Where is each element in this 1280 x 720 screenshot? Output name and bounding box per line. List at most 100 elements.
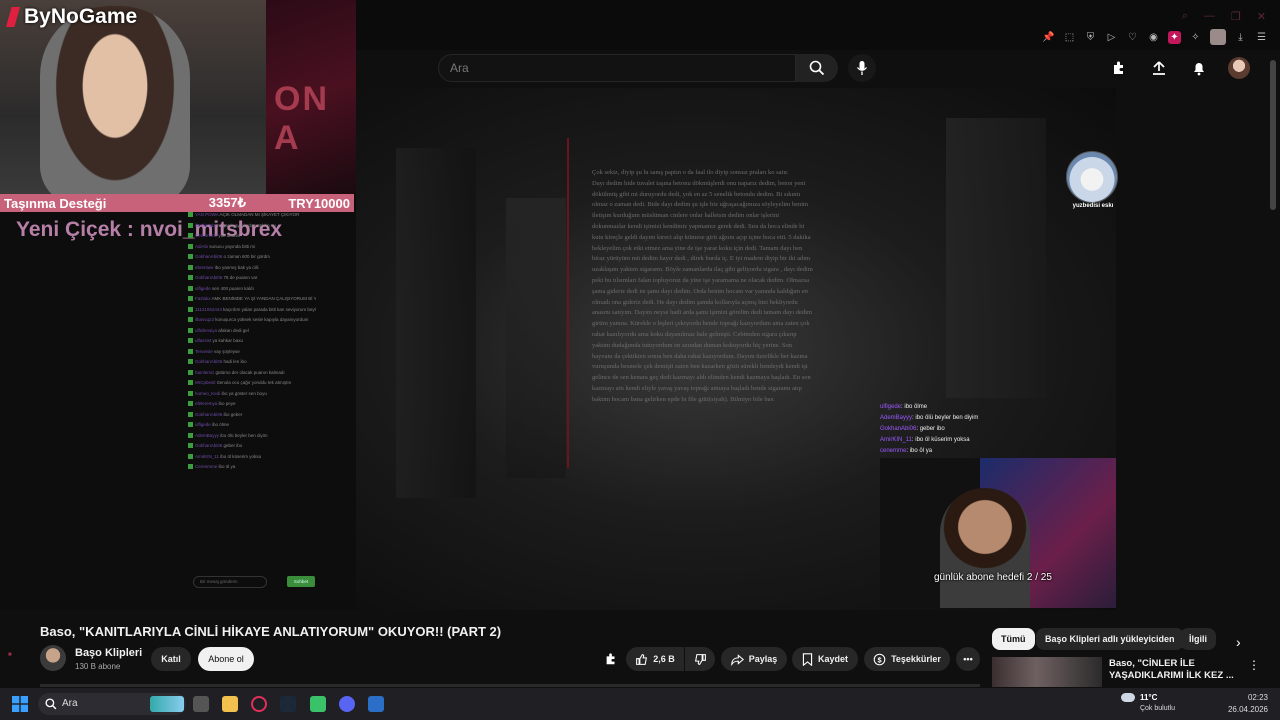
eye-icon[interactable]: ◉: [1147, 31, 1160, 44]
filter-chip[interactable]: Başo Klipleri adlı yükleyiciden: [1036, 628, 1184, 650]
extension-action-button[interactable]: [598, 647, 624, 671]
chat-input[interactable]: Bir mesaj gönderin: [193, 576, 267, 588]
puzzle-icon[interactable]: ✧: [1189, 31, 1202, 44]
extension-pink-icon[interactable]: ✦: [1168, 30, 1181, 44]
steam-icon[interactable]: [280, 696, 296, 712]
search-button[interactable]: [796, 54, 838, 82]
streamer-1-figure: [40, 6, 190, 194]
chat-username[interactable]: homeo_Kedi: [195, 391, 220, 396]
chat-row: ibrahimabi ne yani yayınlardan atıldın m…: [188, 221, 316, 232]
close-icon[interactable]: ✕: [1257, 10, 1266, 23]
app-green-icon[interactable]: [310, 696, 326, 712]
dislike-button[interactable]: [685, 647, 715, 671]
chat-row: efeleremya ibo peye: [188, 399, 316, 410]
channel-name[interactable]: Başo Klipleri: [75, 647, 142, 659]
file-explorer-icon[interactable]: [222, 696, 238, 712]
voice-search-button[interactable]: [848, 54, 876, 82]
notifications-bell-icon[interactable]: [1188, 57, 1210, 79]
chat-username[interactable]: ebrentwe: [195, 265, 214, 270]
chat-username[interactable]: GokhanAbi06: [195, 275, 222, 280]
chat-username[interactable]: AdiAbi: [195, 244, 208, 249]
shield-icon[interactable]: ⛨: [1084, 31, 1097, 44]
chat-row: AdiAbi sunucu yayında bitti mi: [188, 242, 316, 253]
filter-chip[interactable]: İlgili: [1180, 628, 1216, 650]
join-button[interactable]: Katıl: [151, 647, 191, 671]
play-icon[interactable]: ▷: [1105, 31, 1118, 44]
chat-username: ulfigede: [880, 404, 902, 410]
background-window: [396, 148, 476, 498]
more-vertical-icon[interactable]: ⋮: [1248, 658, 1260, 672]
discord-icon[interactable]: [339, 696, 355, 712]
windows-start-icon[interactable]: [12, 696, 28, 712]
opera-gx-icon[interactable]: [251, 696, 267, 712]
recommendation-title[interactable]: Baso, "CİNLER İLE YAŞADIKLARIMI İLK KEZ …: [1109, 658, 1239, 682]
chat-username[interactable]: ulfsilensiya: [195, 328, 217, 333]
horizontal-scrollbar[interactable]: [40, 684, 980, 687]
document-line: kazmayı attı kendi eliyle yavaş yavaş to…: [592, 384, 802, 392]
chat-username[interactable]: Fazlalıx: [195, 296, 211, 301]
share-button[interactable]: Paylaş: [721, 647, 787, 671]
chat-username[interactable]: GokhanAbi06: [195, 412, 222, 417]
chat-username[interactable]: 11121062444: [195, 307, 222, 312]
app-blue-icon[interactable]: [368, 696, 384, 712]
chat-username[interactable]: YAN POWA: [195, 212, 219, 217]
chevron-right-icon[interactable]: ›: [1236, 634, 1241, 650]
chat-username[interactable]: GokhanAbi06: [195, 443, 222, 448]
screenshot-icon[interactable]: ⬚: [1063, 31, 1076, 44]
header-actions: [1108, 57, 1250, 79]
chat-username[interactable]: AdemBayyy: [195, 433, 219, 438]
chat-message: : geber ibo: [916, 426, 945, 432]
chat-username[interactable]: Cerenmme: [195, 464, 217, 469]
chat-username[interactable]: AmirKIN_11: [195, 454, 219, 459]
weather-widget[interactable]: 11°C Çok bulutlu: [1121, 693, 1175, 714]
document-line: yaktım dudağımda tutuyordum en azından d…: [592, 341, 793, 349]
task-view-icon[interactable]: [193, 696, 209, 712]
chat-message: ibo ya göster sen boyu: [221, 390, 267, 396]
bookmark-icon[interactable]: ♡: [1126, 31, 1139, 44]
minimize-icon[interactable]: —: [1204, 10, 1215, 23]
chat-username[interactable]: ibrahimabi: [195, 223, 216, 228]
chat-message: o zaman 600 bir gördm: [223, 254, 270, 259]
thanks-button[interactable]: $ Teşekkürler: [864, 647, 950, 671]
more-actions-button[interactable]: •••: [956, 647, 980, 671]
page-scrollbar[interactable]: [1270, 60, 1276, 210]
upload-icon[interactable]: [1148, 57, 1170, 79]
chat-username[interactable]: efeleremya: [195, 401, 217, 406]
save-button[interactable]: Kaydet: [792, 647, 858, 671]
chat-username[interactable]: GokhanAbi06: [195, 254, 222, 259]
chat-row: Fazlalıx AMK BENİMDE YA Şİ YANDAN ÇALIŞI…: [188, 294, 316, 305]
chat-badge-icon: [188, 243, 193, 249]
subscribe-button[interactable]: Abone ol: [198, 647, 254, 671]
document-line: şama gideriz dedi ne şamı dayı dedim. Or…: [592, 287, 808, 295]
chat-username[interactable]: ulfigede: [195, 286, 211, 291]
menu-icon[interactable]: ☰: [1255, 31, 1268, 44]
download-icon[interactable]: ⤓: [1234, 31, 1247, 44]
chat-username[interactable]: MrCpbesit: [195, 380, 216, 385]
search-icon[interactable]: ⌕: [1182, 10, 1188, 23]
recommendation-thumbnail[interactable]: [992, 657, 1102, 687]
chat-username[interactable]: hamlemiz: [195, 370, 214, 375]
profile-avatar[interactable]: [1210, 29, 1226, 45]
channel-avatar[interactable]: [40, 645, 66, 671]
chat-message: gütümo der olacak puanın kalmadı: [215, 369, 285, 375]
camera-side-panel: ON A: [266, 0, 356, 194]
chat-username[interactable]: ulfigede: [195, 422, 211, 427]
chat-send-button[interactable]: Sohbet: [287, 576, 315, 587]
chat-username[interactable]: Terseisie: [195, 349, 213, 354]
brand-name: ByNoGame: [24, 5, 138, 28]
chat-username[interactable]: Cerenmme: [195, 233, 217, 238]
extension-icon[interactable]: [1108, 57, 1130, 79]
like-button[interactable]: 2,6 B: [626, 647, 684, 671]
account-avatar[interactable]: [1228, 57, 1250, 79]
chat-row: hamlemiz gütümo der olacak puanın kalmad…: [188, 368, 316, 379]
taskbar-widget-icon[interactable]: [150, 696, 184, 712]
pin-icon[interactable]: 📌: [1042, 31, 1055, 44]
chat-badge-icon: [188, 212, 193, 218]
restore-icon[interactable]: ❐: [1231, 10, 1241, 23]
chat-username[interactable]: ilbasvq23: [195, 317, 214, 322]
system-clock[interactable]: 02:23 26.04.2026: [1228, 692, 1268, 716]
chat-username[interactable]: ulfassist: [195, 338, 211, 343]
chat-username[interactable]: GokhanAbi06: [195, 359, 222, 364]
search-input[interactable]: Ara: [438, 54, 796, 82]
filter-chip[interactable]: Tümü: [992, 628, 1035, 650]
